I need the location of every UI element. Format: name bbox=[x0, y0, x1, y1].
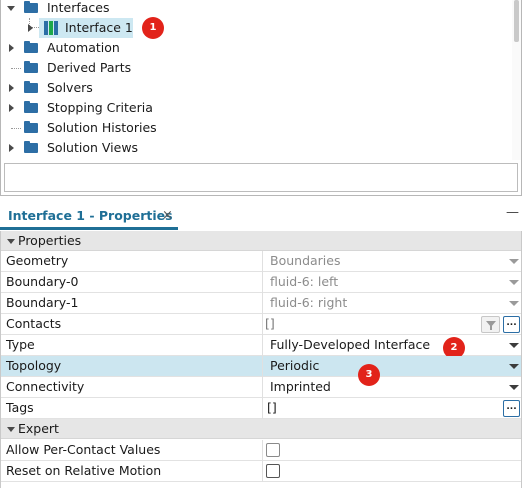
dropdown-arrow-icon[interactable] bbox=[509, 343, 519, 348]
column-divider bbox=[262, 377, 263, 398]
properties-tab-bar: Interface 1 - Properties × — bbox=[0, 203, 525, 231]
tree-item-label: Solution Histories bbox=[47, 120, 157, 135]
property-row-type[interactable]: Type Fully-Developed Interface 2 bbox=[1, 335, 521, 359]
column-divider bbox=[262, 314, 263, 335]
category-expert[interactable]: Expert bbox=[1, 419, 521, 439]
property-value: Boundaries bbox=[270, 253, 341, 268]
tree-item-solution-histories[interactable]: Solution Histories bbox=[1, 118, 301, 138]
tree-scrollbar-thumb[interactable] bbox=[514, 0, 519, 42]
folder-icon bbox=[24, 1, 38, 13]
property-name: Type bbox=[6, 337, 35, 352]
expand-arrow-icon[interactable] bbox=[9, 144, 14, 152]
property-row-boundary-0[interactable]: Boundary-0 fluid-6: left bbox=[1, 272, 521, 293]
tree-item-label: Solution Views bbox=[47, 140, 139, 155]
column-divider bbox=[262, 398, 263, 419]
property-value: fluid-6: left bbox=[270, 274, 339, 289]
tree-item-stopping-criteria[interactable]: Stopping Criteria bbox=[1, 98, 301, 118]
column-divider bbox=[262, 440, 263, 461]
dropdown-arrow-icon[interactable] bbox=[509, 385, 519, 390]
property-name: Tags bbox=[6, 400, 34, 415]
property-value: fluid-6: right bbox=[270, 295, 348, 310]
active-tab-indicator bbox=[0, 227, 178, 230]
tree-item-automation[interactable]: Automation bbox=[1, 38, 301, 58]
type-select[interactable]: Fully-Developed Interface bbox=[270, 335, 430, 355]
dropdown-arrow-icon bbox=[509, 259, 519, 264]
connectivity-select[interactable]: Imprinted bbox=[270, 377, 331, 397]
property-row-geometry[interactable]: Geometry Boundaries bbox=[1, 251, 521, 272]
property-value: [] bbox=[265, 316, 275, 331]
allow-per-contact-values-checkbox[interactable] bbox=[266, 443, 280, 457]
property-name: Topology bbox=[6, 358, 62, 373]
property-row-reset-on-relative-motion[interactable]: Reset on Relative Motion bbox=[1, 461, 521, 482]
tree-item-label: Automation bbox=[47, 40, 120, 55]
tree-item-label: Solvers bbox=[47, 80, 93, 95]
tree-item-label: Derived Parts bbox=[47, 60, 132, 75]
property-name: Boundary-1 bbox=[6, 295, 79, 310]
folder-icon bbox=[24, 81, 38, 93]
dropdown-arrow-icon[interactable] bbox=[509, 364, 519, 369]
expand-arrow-icon[interactable] bbox=[9, 104, 14, 112]
property-row-tags[interactable]: Tags [] ... bbox=[1, 398, 521, 419]
property-row-topology[interactable]: Topology Periodic bbox=[1, 356, 521, 377]
expand-arrow-icon[interactable] bbox=[9, 44, 14, 52]
tree-connector bbox=[11, 128, 21, 129]
tree-item-label: Interface 1 bbox=[65, 20, 133, 35]
folder-icon bbox=[24, 41, 38, 53]
ellipsis-button[interactable]: ... bbox=[503, 400, 520, 417]
property-value: [] bbox=[267, 400, 277, 415]
properties-grid: Properties Geometry Boundaries Boundary-… bbox=[0, 231, 522, 488]
reset-on-relative-motion-checkbox[interactable] bbox=[266, 464, 280, 478]
column-divider bbox=[262, 293, 263, 314]
property-name: Allow Per-Contact Values bbox=[6, 442, 161, 457]
expand-arrow-icon[interactable] bbox=[7, 6, 15, 11]
dropdown-arrow-icon bbox=[509, 301, 519, 306]
expand-arrow-icon[interactable] bbox=[28, 24, 33, 32]
property-row-connectivity[interactable]: Connectivity Imprinted bbox=[1, 377, 521, 398]
column-divider bbox=[262, 272, 263, 293]
collapse-arrow-icon[interactable] bbox=[7, 427, 15, 432]
column-divider bbox=[262, 356, 263, 377]
callout-badge-1: 1 bbox=[142, 17, 164, 39]
tree-connector bbox=[11, 68, 21, 69]
tree-scrollbar[interactable] bbox=[512, 0, 521, 160]
tree-item-solution-views[interactable]: Solution Views bbox=[1, 138, 301, 158]
property-name: Reset on Relative Motion bbox=[6, 463, 162, 478]
column-divider bbox=[262, 251, 263, 272]
minimize-icon[interactable]: — bbox=[506, 205, 519, 220]
dropdown-arrow-icon bbox=[509, 280, 519, 285]
category-label: Expert bbox=[18, 421, 59, 436]
tree-item-label: Stopping Criteria bbox=[47, 100, 153, 115]
category-label: Properties bbox=[18, 233, 82, 248]
filter-icon[interactable] bbox=[481, 316, 500, 333]
tree-item-derived-parts[interactable]: Derived Parts bbox=[1, 58, 301, 78]
property-name: Connectivity bbox=[6, 379, 85, 394]
tree-item-interfaces[interactable]: Interfaces bbox=[1, 0, 301, 18]
interface-icon bbox=[44, 21, 58, 35]
collapse-arrow-icon[interactable] bbox=[7, 239, 15, 244]
category-properties[interactable]: Properties bbox=[1, 231, 521, 251]
property-row-allow-per-contact-values[interactable]: Allow Per-Contact Values bbox=[1, 440, 521, 461]
property-name: Geometry bbox=[6, 253, 69, 268]
simulation-tree: Interfaces Interface 1 1 Automation Deri… bbox=[0, 0, 522, 196]
column-divider bbox=[262, 461, 263, 482]
property-row-boundary-1[interactable]: Boundary-1 fluid-6: right bbox=[1, 293, 521, 314]
tree-item-solvers[interactable]: Solvers bbox=[1, 78, 301, 98]
property-row-contacts[interactable]: Contacts [] ... bbox=[1, 314, 521, 335]
property-name: Boundary-0 bbox=[6, 274, 79, 289]
folder-icon bbox=[24, 141, 38, 153]
ellipsis-button[interactable]: ... bbox=[503, 316, 520, 333]
property-name: Contacts bbox=[6, 316, 62, 331]
folder-icon bbox=[24, 101, 38, 113]
close-icon[interactable]: × bbox=[162, 208, 173, 223]
folder-icon bbox=[24, 121, 38, 133]
tree-footer-box bbox=[4, 163, 518, 192]
properties-tab-title[interactable]: Interface 1 - Properties bbox=[8, 208, 173, 223]
expand-arrow-icon[interactable] bbox=[9, 84, 14, 92]
column-divider bbox=[262, 335, 263, 356]
topology-select[interactable]: Periodic bbox=[270, 356, 319, 376]
tree-item-label: Interfaces bbox=[47, 0, 110, 15]
folder-icon bbox=[24, 61, 38, 73]
